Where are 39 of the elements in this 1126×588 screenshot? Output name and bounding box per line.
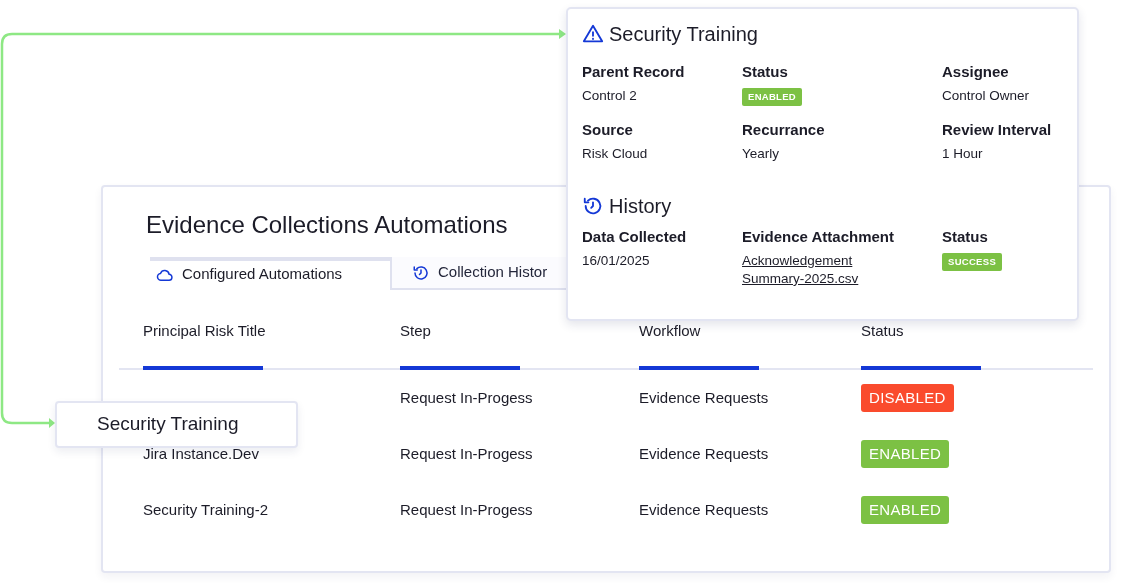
column-header: Step (400, 321, 432, 342)
table-cell: Evidence Requests (639, 500, 769, 518)
status-badge: ENABLED (861, 439, 950, 469)
table-cell: Security Training-2 (143, 500, 269, 518)
field-value: Control Owner (942, 87, 1030, 103)
field-value: 16/01/2025 (582, 252, 650, 268)
section-title: History (609, 194, 672, 220)
panel-title: Evidence Collections Automations (146, 210, 508, 240)
field-label: Source (582, 120, 634, 140)
status-badge: DISABLED (861, 383, 954, 413)
field-label: Status (742, 62, 789, 82)
warning-icon (582, 23, 604, 45)
field-label: Assignee (942, 62, 1010, 82)
column-header: Principal Risk Title (143, 321, 267, 342)
history-icon (412, 263, 430, 282)
table-cell: Evidence Requests (639, 388, 769, 406)
field-label: Review Interval (942, 120, 1053, 140)
attachment-link[interactable]: Acknowledgement Summary-2025.csv (742, 251, 892, 288)
callout-label: Security Training (55, 401, 298, 448)
field-label: Status (942, 227, 989, 247)
field-value: 1 Hour (942, 145, 983, 161)
section-title: Security Training (609, 22, 758, 47)
field-value: Control 2 (582, 87, 637, 103)
table-cell: Evidence Requests (639, 444, 769, 462)
table-cell: Request In-Progess (400, 444, 533, 462)
field-label: Parent Record (582, 62, 686, 82)
field-value: Yearly (742, 145, 780, 161)
status-badge: ENABLED (861, 495, 950, 525)
table-cell: Request In-Progess (400, 500, 533, 518)
column-header: Status (861, 321, 905, 342)
tab[interactable]: Collection Histor (390, 257, 566, 291)
table-cell: Request In-Progess (400, 388, 533, 406)
field-label: Evidence Attachment (742, 227, 895, 247)
status-badge: ENABLED (742, 87, 803, 107)
field-label: Recurrance (742, 120, 826, 140)
column-header: Workflow (639, 321, 702, 342)
field-value: Risk Cloud (582, 145, 648, 161)
field-label: Data Collected (582, 227, 688, 247)
status-badge: SUCCESS (942, 252, 1003, 272)
